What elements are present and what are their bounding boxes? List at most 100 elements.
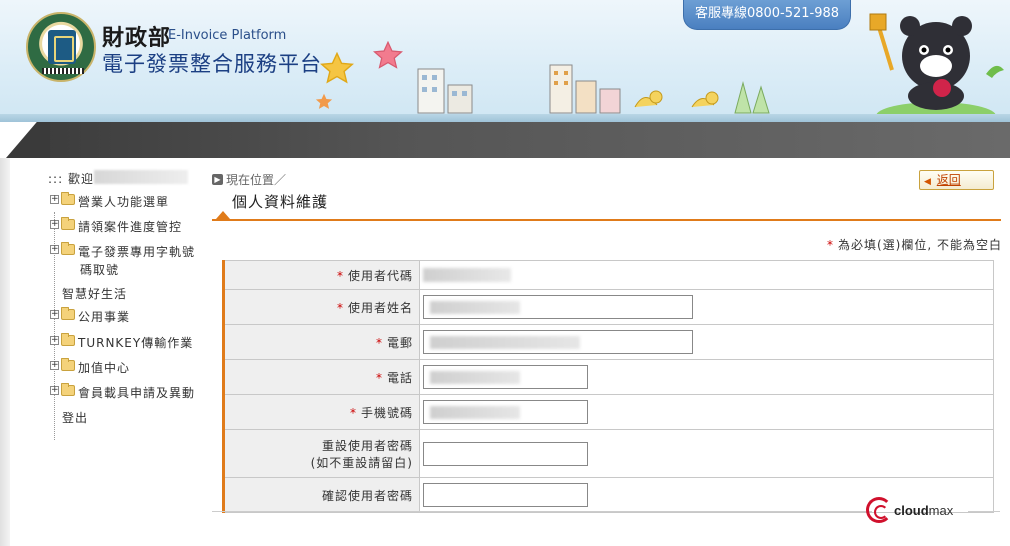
page-title: 個人資料維護: [232, 193, 329, 211]
email-input[interactable]: [423, 330, 693, 354]
platform-name-en: E-Invoice Platform: [168, 28, 287, 43]
star-yellow-icon: [320, 52, 354, 84]
sidebar-item-label[interactable]: 會員載具申請及異動: [78, 384, 195, 401]
mobile-cell: [419, 394, 994, 430]
field-label: * 手機號碼: [223, 394, 420, 430]
required-asterisk: *: [375, 335, 383, 350]
sidebar-item-logout[interactable]: 登出: [62, 409, 88, 426]
user-name-input[interactable]: [423, 295, 693, 319]
phone-input[interactable]: [423, 365, 588, 389]
field-label: * 電郵: [223, 324, 420, 360]
title-underline: [212, 219, 1001, 221]
folder-icon: [61, 358, 75, 371]
field-label-text: 電郵: [386, 335, 413, 350]
sidebar-item-label[interactable]: TURNKEY傳輸作業: [78, 334, 193, 351]
field-label: 重設使用者密碼 (如不重設請留白): [223, 429, 420, 478]
footer-divider: [212, 511, 872, 512]
sidebar-item-label[interactable]: 營業人功能選單: [78, 193, 169, 210]
back-button-label[interactable]: 返回: [937, 173, 961, 187]
banner-bottom-edge: [0, 114, 1010, 122]
reset-password-cell: [419, 429, 994, 478]
sidebar-item-value-center[interactable]: + 加值中心: [50, 358, 130, 376]
ministry-logo[interactable]: [26, 12, 96, 82]
expand-plus-icon[interactable]: +: [50, 310, 59, 319]
field-label: * 使用者代碼: [223, 260, 420, 290]
cloudmax-bold: cloud: [894, 502, 929, 518]
profile-form: * 使用者代碼 * 使用者姓名 * 電郵 * 電話 * 手機號碼 重設使用者密碼 (如不重設…: [222, 260, 994, 513]
user-name-value: [430, 300, 520, 314]
sidebar-item-label[interactable]: 請領案件進度管控: [78, 218, 182, 235]
sidebar-item-turnkey[interactable]: + TURNKEY傳輸作業: [50, 333, 193, 351]
sidebar-item-invoice-track[interactable]: + 電子發票專用字軌號: [50, 242, 195, 260]
folder-icon: [61, 333, 75, 346]
required-asterisk: *: [336, 300, 344, 315]
sidebar-item-business-menu[interactable]: + 營業人功能選單: [50, 192, 169, 210]
expand-plus-icon[interactable]: +: [50, 386, 59, 395]
field-label-text: 重設使用者密碼: [321, 438, 413, 453]
expand-plus-icon[interactable]: +: [50, 245, 59, 254]
sidebar-item-member-carrier[interactable]: + 會員載具申請及異動: [50, 383, 195, 401]
customer-hotline[interactable]: 客服專線0800-521-988: [683, 0, 851, 30]
reset-password-input[interactable]: [423, 441, 588, 466]
ministry-emblem: [48, 30, 76, 64]
sidebar-item-label[interactable]: 公用事業: [78, 308, 130, 325]
user-name-cell: [419, 289, 994, 325]
cloudmax-wordmark: cloudmax: [894, 503, 953, 518]
form-row-email: * 電郵: [223, 324, 994, 360]
field-label-text: 電話: [386, 370, 413, 385]
expand-plus-icon[interactable]: +: [50, 195, 59, 204]
platform-name-zh: 電子發票整合服務平台: [102, 52, 322, 76]
welcome-label: ::: 歡迎: [48, 172, 94, 186]
field-label-text: 使用者代碼: [347, 268, 413, 283]
star-orange-icon: [315, 93, 333, 109]
sidebar-item-smart-life[interactable]: 智慧好生活: [62, 285, 127, 302]
breadcrumb: ▶ 現在位置／: [212, 171, 286, 188]
folder-icon: [61, 242, 75, 255]
cloudmax-logo: cloudmax: [866, 497, 953, 523]
mobile-value: [430, 405, 520, 419]
bear-mascot-icon: [869, 13, 1004, 120]
field-label-text: 手機號碼: [360, 405, 413, 420]
form-row-user-id: * 使用者代碼: [223, 260, 994, 290]
cloudmax-ring-icon: [866, 497, 892, 523]
required-asterisk: *: [336, 268, 344, 283]
required-asterisk: *: [375, 370, 383, 385]
sidebar-item-case-progress[interactable]: + 請領案件進度管控: [50, 217, 182, 235]
header-banner: 財政部 E-Invoice Platform 電子發票整合服務平台 客服專線08…: [0, 0, 1010, 122]
footer-divider-right: [968, 511, 1000, 512]
sidebar-item-label[interactable]: 電子發票專用字軌號: [78, 243, 195, 260]
required-note-text: 為必填(選)欄位, 不能為空白: [838, 238, 1002, 252]
folder-icon: [61, 383, 75, 396]
form-row-reset-password: 重設使用者密碼 (如不重設請留白): [223, 429, 994, 478]
email-cell: [419, 324, 994, 360]
folder-icon: [61, 307, 75, 320]
mobile-input[interactable]: [423, 400, 588, 424]
barcode-mark: [42, 68, 84, 74]
user-id-readonly: [423, 268, 511, 283]
nav-bar-corner: [0, 122, 50, 158]
confirm-password-input[interactable]: [423, 483, 588, 507]
field-label-text: 使用者姓名: [347, 300, 413, 315]
form-row-user-name: * 使用者姓名: [223, 289, 994, 325]
required-asterisk: *: [827, 238, 834, 252]
star-pink-icon: [373, 41, 403, 69]
folder-icon: [61, 192, 75, 205]
title-notch: [216, 211, 230, 219]
sidebar-item-label[interactable]: 加值中心: [78, 359, 130, 376]
required-note: * 為必填(選)欄位, 不能為空白: [827, 236, 1002, 253]
phone-value: [430, 370, 520, 384]
back-button[interactable]: ◀ 返回: [919, 170, 994, 190]
user-id-value: [419, 260, 994, 290]
phone-cell: [419, 359, 994, 395]
sidebar-item-label-cont[interactable]: 碼取號: [80, 261, 119, 278]
expand-plus-icon[interactable]: +: [50, 336, 59, 345]
sidebar-item-utilities[interactable]: + 公用事業: [50, 307, 130, 325]
expand-plus-icon[interactable]: +: [50, 361, 59, 370]
expand-plus-icon[interactable]: +: [50, 220, 59, 229]
field-label: 確認使用者密碼: [223, 477, 420, 513]
field-label-text: 確認使用者密碼: [321, 488, 413, 503]
welcome-username: [94, 170, 188, 184]
sidebar: ::: 歡迎 + 營業人功能選單 + 請領案件進度管控 + 電子發票專用字軌號 …: [10, 158, 208, 546]
cloudmax-light: max: [928, 502, 954, 518]
top-nav-bar: [0, 122, 1010, 158]
